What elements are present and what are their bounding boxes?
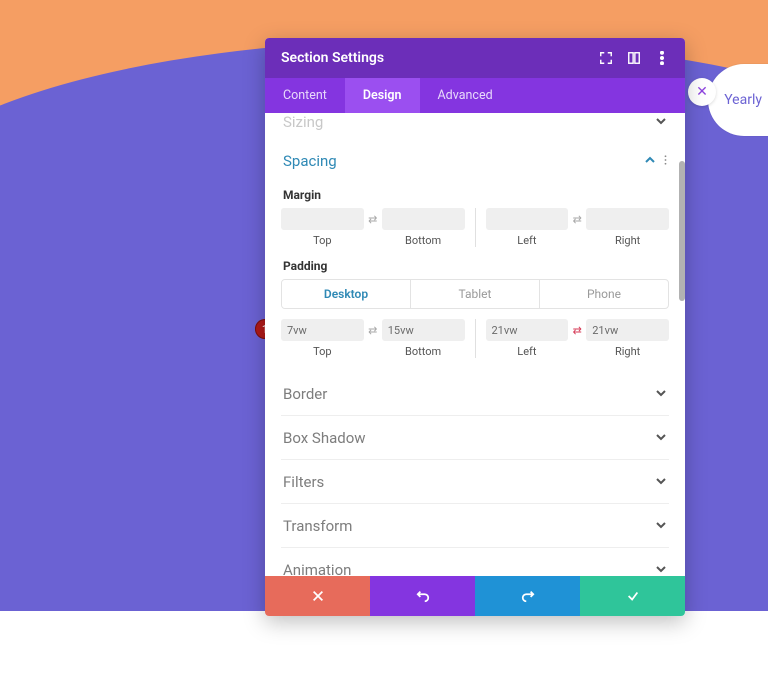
link-icon[interactable]: ⇄ [364, 213, 382, 226]
chevron-down-icon [655, 472, 667, 491]
vertical-divider [475, 319, 476, 358]
accordion-title-sizing: Sizing [283, 113, 323, 131]
margin-top-input[interactable] [281, 208, 364, 230]
accordion-box-shadow[interactable]: Box Shadow [281, 416, 669, 460]
padding-right-input[interactable]: 21vw [586, 319, 669, 341]
modal-tabs: Content Design Advanced [265, 78, 685, 113]
chevron-down-icon [655, 516, 667, 535]
padding-left-input[interactable]: 21vw [486, 319, 569, 341]
device-tab-phone[interactable]: Phone [540, 280, 668, 308]
device-tab-tablet[interactable]: Tablet [411, 280, 540, 308]
accordion-animation[interactable]: Animation [281, 548, 669, 576]
accordion-head-spacing[interactable]: Spacing [281, 139, 669, 182]
padding-fields: 7vw ⇄ 15vw Top Bottom [281, 319, 669, 358]
modal-body: Sizing Spacing [265, 113, 685, 576]
vertical-divider [475, 208, 476, 247]
tab-content[interactable]: Content [265, 78, 345, 113]
accordion-title-spacing: Spacing [283, 152, 337, 170]
undo-button[interactable] [370, 576, 475, 616]
padding-device-tabs: Desktop Tablet Phone [281, 279, 669, 309]
snap-icon[interactable] [627, 51, 641, 65]
link-icon[interactable]: ⇄ [568, 213, 586, 226]
accordion-title-transform: Transform [283, 517, 352, 535]
padding-bottom-sublabel: Bottom [405, 345, 441, 358]
margin-bottom-input[interactable] [382, 208, 465, 230]
padding-top-sublabel: Top [313, 345, 331, 358]
pricing-toggle-label: Yearly [724, 92, 762, 108]
chevron-up-icon [644, 151, 656, 170]
accordion-title-box-shadow: Box Shadow [283, 429, 366, 447]
margin-right-sublabel: Right [615, 234, 640, 247]
chevron-down-icon [655, 384, 667, 403]
accordion-filters[interactable]: Filters [281, 460, 669, 504]
close-icon: ✕ [696, 84, 708, 100]
close-button[interactable]: ✕ [688, 78, 716, 106]
accordion-sizing[interactable]: Sizing [281, 113, 669, 139]
redo-button[interactable] [475, 576, 580, 616]
section-settings-modal: Section Settings Content Design Advanced [265, 38, 685, 616]
margin-right-input[interactable] [586, 208, 669, 230]
margin-left-input[interactable] [486, 208, 569, 230]
device-tab-desktop[interactable]: Desktop [282, 280, 411, 308]
margin-top-sublabel: Top [313, 234, 331, 247]
accordion-transform[interactable]: Transform [281, 504, 669, 548]
margin-label: Margin [283, 188, 669, 202]
undo-icon [416, 589, 430, 603]
scrollbar-track[interactable] [679, 113, 685, 576]
accordion-border[interactable]: Border [281, 372, 669, 416]
chevron-down-icon [655, 428, 667, 447]
bg-white-strip [0, 611, 768, 691]
accordion-spacing: Spacing Margin [281, 139, 669, 358]
redo-icon [521, 589, 535, 603]
scrollbar-thumb[interactable] [679, 161, 685, 301]
kebab-icon[interactable] [655, 51, 669, 65]
spacing-kebab-icon[interactable] [664, 151, 667, 170]
accordion-title-border: Border [283, 385, 327, 403]
save-button[interactable] [580, 576, 685, 616]
padding-top-input[interactable]: 7vw [281, 319, 364, 341]
padding-right-sublabel: Right [615, 345, 640, 358]
close-icon [311, 589, 325, 603]
expand-icon[interactable] [599, 51, 613, 65]
chevron-down-icon [655, 113, 667, 131]
modal-header: Section Settings [265, 38, 685, 78]
cancel-button[interactable] [265, 576, 370, 616]
margin-left-sublabel: Left [517, 234, 536, 247]
link-icon[interactable]: ⇄ [364, 324, 382, 337]
tab-design[interactable]: Design [345, 78, 420, 113]
tab-advanced[interactable]: Advanced [420, 78, 511, 113]
padding-left-sublabel: Left [517, 345, 536, 358]
accordion-title-animation: Animation [283, 561, 351, 577]
modal-footer [265, 576, 685, 616]
padding-label: Padding [283, 259, 669, 273]
chevron-down-icon [655, 560, 667, 576]
padding-bottom-input[interactable]: 15vw [382, 319, 465, 341]
accordion-title-filters: Filters [283, 473, 324, 491]
check-icon [626, 589, 640, 603]
modal-title: Section Settings [281, 50, 384, 66]
margin-fields: ⇄ Top Bottom [281, 208, 669, 247]
link-icon-active[interactable]: ⇄ [568, 324, 586, 337]
margin-bottom-sublabel: Bottom [405, 234, 441, 247]
